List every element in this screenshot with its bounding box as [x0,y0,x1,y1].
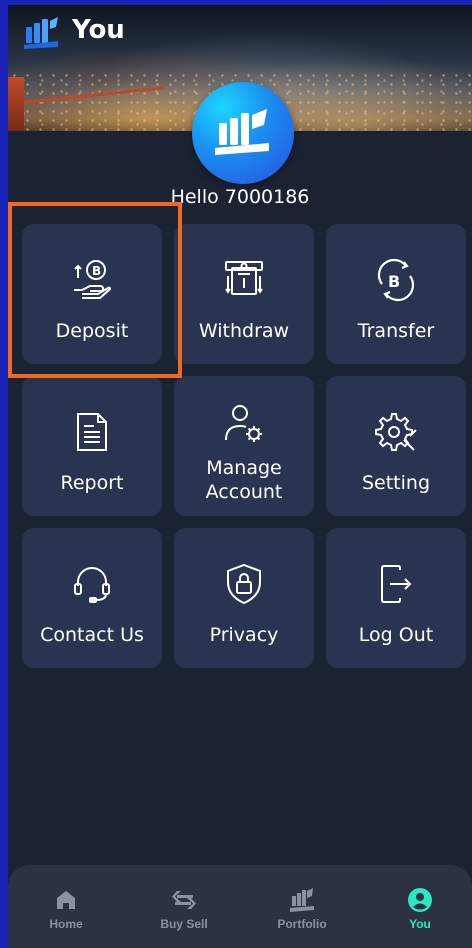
nav-item-buy-sell[interactable]: Buy Sell [134,865,234,945]
menu-tile-label: Deposit [55,320,129,342]
app-logo-icon [24,17,58,49]
menu-tile-setting[interactable]: Setting [326,376,466,516]
swap-arrows-icon [172,891,196,909]
menu-tile-label: Withdraw [198,320,290,342]
document-report-icon [77,413,107,451]
user-gear-icon [225,405,262,442]
svg-text:B: B [388,272,400,291]
deposit-coin-hand-icon: B [74,260,112,299]
portfolio-logo-icon [290,888,314,912]
menu-tile-label: Setting [361,472,431,494]
menu-tile-label: Log Out [358,624,434,646]
device-frame [0,0,8,948]
page-title: You [72,15,125,45]
menu-tile-report[interactable]: Report [22,376,162,516]
nav-item-you[interactable]: You [370,865,470,945]
atm-withdraw-icon [225,261,263,295]
nav-label: Home [49,917,83,931]
logout-door-icon [381,565,412,603]
menu-tile-privacy[interactable]: Privacy [174,528,314,668]
nav-item-home[interactable]: Home [16,865,116,945]
home-icon [57,891,75,909]
greeting-text: Hello 7000186 [170,186,310,208]
menu-tile-label: Privacy [209,624,279,646]
avatar[interactable] [192,82,294,184]
menu-tile-deposit[interactable]: B Deposit [22,224,162,364]
bridge-decoration [8,77,24,131]
nav-item-portfolio[interactable]: Portfolio [252,865,352,945]
menu-tile-label: Manage Account [205,457,283,503]
bottom-nav-bar: Home Buy Sell Portfolio You [8,865,472,948]
menu-tile-contact-us[interactable]: Contact Us [22,528,162,668]
menu-tile-withdraw[interactable]: Withdraw [174,224,314,364]
profile-logo-icon [215,109,269,155]
nav-label: Buy Sell [160,917,208,931]
gear-wrench-icon [375,413,417,451]
svg-text:B: B [92,264,101,278]
nav-label: You [409,917,431,931]
menu-tile-label: Transfer [357,320,435,342]
menu-tile-label: Report [60,472,124,494]
menu-tile-log-out[interactable]: Log Out [326,528,466,668]
menu-tile-transfer[interactable]: B Transfer [326,224,466,364]
menu-tile-manage-account[interactable]: Manage Account [174,376,314,516]
menu-tile-label: Contact Us [40,624,144,646]
shield-lock-icon [227,563,261,605]
headset-icon [74,567,110,603]
user-circle-icon [408,888,432,912]
bitcoin-exchange-icon: B [377,258,415,302]
nav-label: Portfolio [277,917,327,931]
